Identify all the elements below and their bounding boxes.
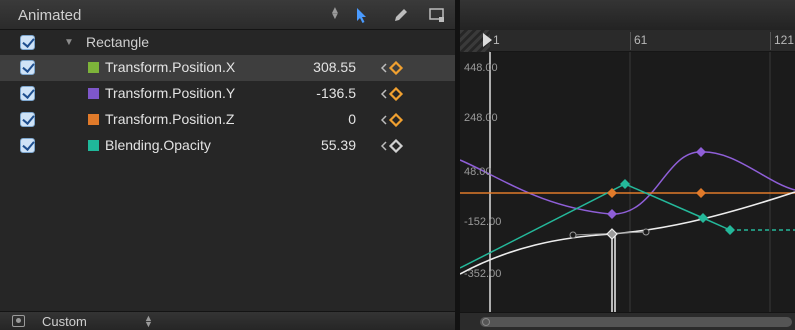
param-enable-checkbox[interactable] xyxy=(20,60,35,75)
param-name: Transform.Position.X xyxy=(105,59,236,75)
param-enable-checkbox[interactable] xyxy=(20,86,35,101)
keyframe-nav-icon[interactable] xyxy=(380,139,410,153)
y-axis-label: 248.00 xyxy=(464,112,498,124)
horizontal-scrollbar[interactable] xyxy=(460,312,795,330)
list-header: Animated ▲ ▼ xyxy=(0,0,455,30)
param-value[interactable]: -136.5 xyxy=(316,85,356,101)
group-enable-checkbox[interactable] xyxy=(20,35,35,50)
keyframe-nav-icon[interactable] xyxy=(380,113,410,127)
pen-icon[interactable] xyxy=(392,6,410,24)
ruler-tick-label: 1 xyxy=(493,33,500,47)
disclosure-triangle-icon[interactable]: ▼ xyxy=(64,37,74,48)
curve-set-bar: Custom ▲ ▼ xyxy=(0,311,455,330)
up-down-arrows-icon[interactable]: ▲ ▼ xyxy=(330,6,340,22)
param-row-position-x[interactable]: Transform.Position.X 308.55 xyxy=(0,55,455,81)
y-axis-label: -152.00 xyxy=(464,216,502,228)
camera-icon[interactable] xyxy=(12,315,25,327)
keyframe-nav-icon[interactable] xyxy=(380,87,410,101)
ruler-tick-label: 121 xyxy=(774,33,795,47)
param-enable-checkbox[interactable] xyxy=(20,138,35,153)
timeline-ruler[interactable]: 1 61 121 xyxy=(460,30,795,52)
param-row-opacity[interactable]: Blending.Opacity 55.39 xyxy=(0,133,455,159)
param-name: Blending.Opacity xyxy=(105,137,211,153)
keyframe-graph[interactable]: 1 61 121 448.00 248.00 48.00 -152.00 -35… xyxy=(460,0,795,330)
ruler-tick xyxy=(630,32,631,50)
scroll-cap-icon[interactable] xyxy=(482,318,490,326)
curve-canvas[interactable] xyxy=(460,52,795,312)
graph-toolbar xyxy=(460,0,795,30)
param-enable-checkbox[interactable] xyxy=(20,112,35,127)
curve-color-swatch xyxy=(88,140,99,151)
param-row-position-z[interactable]: Transform.Position.Z 0 xyxy=(0,107,455,133)
curve-color-swatch xyxy=(88,114,99,125)
y-axis-label: 448.00 xyxy=(464,62,498,74)
arrow-pointer-icon[interactable] xyxy=(352,6,370,24)
param-value[interactable]: 0 xyxy=(348,111,356,127)
ruler-tick xyxy=(770,32,771,50)
group-row-rectangle[interactable]: ▼ Rectangle xyxy=(0,30,455,56)
keyframe-nav-icon[interactable] xyxy=(380,61,410,75)
playhead-icon[interactable] xyxy=(483,33,492,47)
ruler-tick-label: 61 xyxy=(634,33,648,47)
param-value[interactable]: 55.39 xyxy=(321,137,356,153)
y-axis-label: -352.00 xyxy=(464,268,502,280)
param-value[interactable]: 308.55 xyxy=(313,59,356,75)
param-name: Transform.Position.Z xyxy=(105,111,235,127)
scroll-thumb[interactable] xyxy=(480,317,792,327)
parameter-list-panel: Animated ▲ ▼ ▼ Rectangle Transform.Positi… xyxy=(0,0,455,330)
curve-color-swatch xyxy=(88,62,99,73)
y-axis-label: 48.00 xyxy=(464,166,492,178)
list-filter-title[interactable]: Animated xyxy=(18,7,81,24)
param-row-position-y[interactable]: Transform.Position.Y -136.5 xyxy=(0,81,455,107)
up-down-arrows-icon[interactable]: ▲ ▼ xyxy=(144,314,153,329)
group-label: Rectangle xyxy=(86,34,150,50)
curve-color-swatch xyxy=(88,88,99,99)
param-name: Transform.Position.Y xyxy=(105,85,236,101)
frame-select-icon[interactable] xyxy=(428,6,446,24)
curve-set-popup[interactable]: Custom xyxy=(42,314,87,329)
